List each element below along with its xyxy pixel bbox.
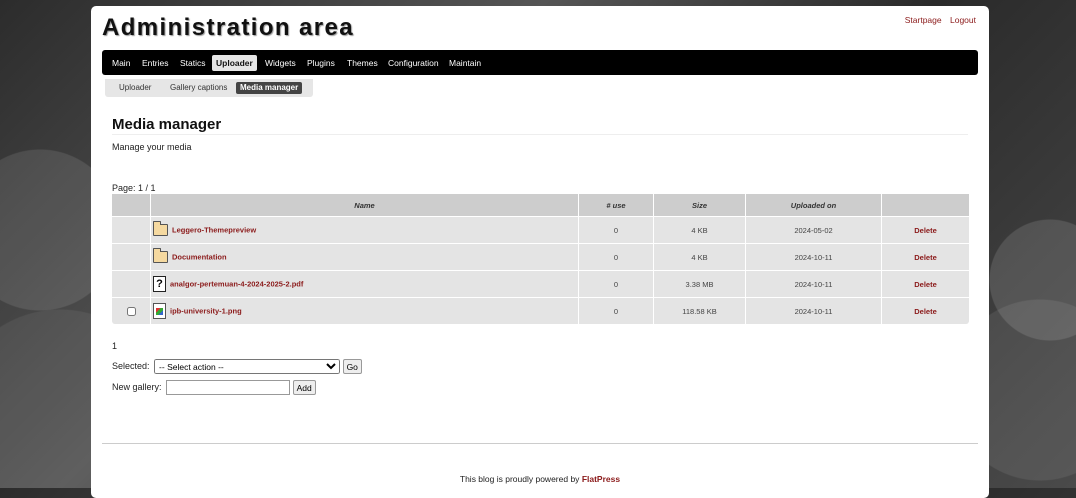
subtab-gallery-captions[interactable]: Gallery captions (166, 82, 231, 94)
tab-maintain[interactable]: Maintain (445, 56, 485, 70)
section-subtitle: Manage your media (112, 142, 192, 152)
name-cell: Leggero-Themepreview (150, 216, 578, 243)
column-header-select (112, 194, 150, 216)
footer-text: This blog is proudly powered by (459, 474, 580, 484)
pagination[interactable]: 1 (112, 341, 117, 351)
file-size: 118.58 KB (653, 297, 745, 324)
file-size: 4 KB (653, 243, 745, 270)
use-count: 0 (578, 243, 653, 270)
table-row: Documentation 0 4 KB 2024-10-11 Delete (112, 243, 969, 270)
page-info: Page: 1 / 1 (112, 183, 156, 193)
tab-main[interactable]: Main (108, 56, 134, 70)
table-row: Leggero-Themepreview 0 4 KB 2024-05-02 D… (112, 216, 969, 243)
name-cell: ? analgor-pertemuan-4-2024-2025-2.pdf (150, 270, 578, 297)
file-link[interactable]: analgor-pertemuan-4-2024-2025-2.pdf (170, 280, 303, 289)
new-gallery-label: New gallery: (112, 381, 162, 392)
folder-icon (153, 221, 168, 236)
use-count: 0 (578, 216, 653, 243)
add-gallery-button[interactable]: Add (292, 380, 316, 395)
subtab-media-manager[interactable]: Media manager (236, 82, 303, 94)
column-header-size[interactable]: Size (653, 194, 745, 216)
column-header-use[interactable]: # use (578, 194, 653, 216)
go-button[interactable]: Go (342, 359, 362, 374)
use-count: 0 (578, 297, 653, 324)
startpage-link[interactable]: Startpage (905, 15, 942, 25)
file-link[interactable]: ipb-university-1.png (170, 307, 242, 316)
name-cell: Documentation (150, 243, 578, 270)
unknown-file-icon: ? (153, 276, 166, 292)
page-container: Administration area Startpage Logout Mai… (91, 6, 989, 498)
upload-date: 2024-10-11 (745, 297, 881, 324)
file-size: 4 KB (653, 216, 745, 243)
use-count: 0 (578, 270, 653, 297)
tab-widgets[interactable]: Widgets (261, 56, 300, 70)
row-checkbox[interactable] (126, 306, 136, 316)
tab-entries[interactable]: Entries (138, 56, 172, 70)
image-file-icon (153, 303, 166, 319)
select-cell (112, 243, 150, 270)
subtab-uploader[interactable]: Uploader (115, 82, 155, 94)
main-nav: Main Entries Statics Uploader Widgets Pl… (102, 50, 978, 75)
logout-link[interactable]: Logout (950, 15, 976, 25)
new-gallery-input[interactable] (166, 380, 291, 395)
section-heading: Media manager (112, 116, 968, 135)
table-row: ? analgor-pertemuan-4-2024-2025-2.pdf 0 3… (112, 270, 969, 297)
select-cell (112, 297, 150, 324)
new-gallery-row: New gallery: Add (112, 380, 316, 395)
column-header-action (881, 194, 969, 216)
table-header-row: Name # use Size Uploaded on (112, 194, 969, 216)
delete-link[interactable]: Delete (914, 307, 937, 316)
column-header-name[interactable]: Name (150, 194, 578, 216)
upload-date: 2024-05-02 (745, 216, 881, 243)
bulk-action-row: Selected: -- Select action -- Go (112, 359, 362, 374)
upload-date: 2024-10-11 (745, 243, 881, 270)
file-link[interactable]: Documentation (172, 253, 227, 262)
column-header-uploaded[interactable]: Uploaded on (745, 194, 881, 216)
footer-divider (102, 443, 978, 444)
select-cell (112, 216, 150, 243)
page-title: Administration area (102, 14, 354, 41)
name-cell: ipb-university-1.png (150, 297, 578, 324)
tab-configuration[interactable]: Configuration (384, 56, 443, 70)
action-select[interactable]: -- Select action -- (154, 359, 341, 374)
flatpress-link[interactable]: FlatPress (582, 474, 620, 484)
selected-label: Selected: (112, 360, 150, 371)
select-cell (112, 270, 150, 297)
delete-link[interactable]: Delete (914, 280, 937, 289)
table-row: ipb-university-1.png 0 118.58 KB 2024-10… (112, 297, 969, 324)
file-link[interactable]: Leggero-Themepreview (172, 226, 256, 235)
delete-link[interactable]: Delete (914, 226, 937, 235)
top-links: Startpage Logout (899, 15, 976, 25)
media-table: Name # use Size Uploaded on Leggero-Them… (112, 194, 969, 324)
folder-icon (153, 248, 168, 263)
tab-uploader[interactable]: Uploader (212, 55, 257, 71)
delete-link[interactable]: Delete (914, 253, 937, 262)
tab-statics[interactable]: Statics (176, 56, 210, 70)
tab-themes[interactable]: Themes (343, 56, 382, 70)
file-size: 3.38 MB (653, 270, 745, 297)
sub-nav: Uploader Gallery captions Media manager (105, 79, 313, 97)
footer: This blog is proudly powered by FlatPres… (91, 474, 989, 484)
upload-date: 2024-10-11 (745, 270, 881, 297)
tab-plugins[interactable]: Plugins (303, 56, 339, 70)
